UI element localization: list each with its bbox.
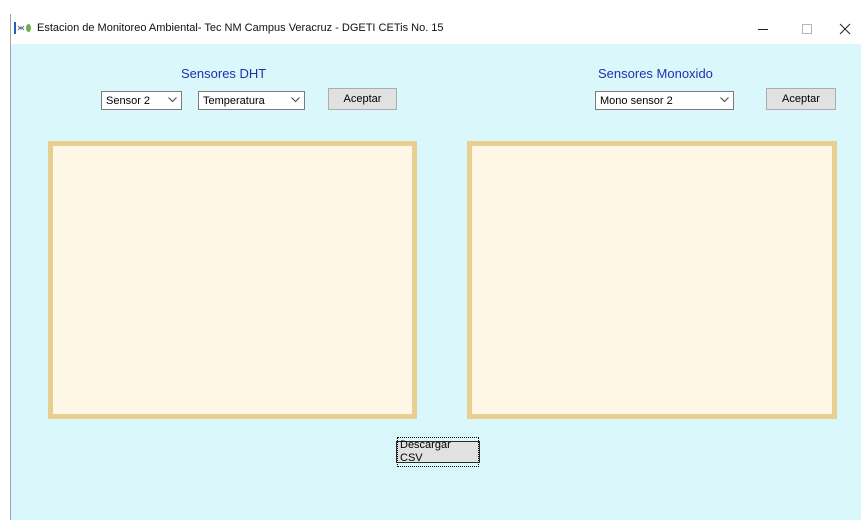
dht-accept-button[interactable]: Aceptar [328, 88, 397, 110]
monoxido-sensor-select-value: Mono sensor 2 [600, 95, 673, 107]
close-button[interactable] [824, 14, 861, 44]
close-icon [839, 23, 851, 35]
dht-section-label: Sensores DHT [181, 66, 267, 81]
dht-chart-panel [48, 141, 417, 419]
title-bar[interactable]: Estacion de Monitoreo Ambiental- Tec NM … [11, 14, 861, 44]
dht-sensor-select-value: Sensor 2 [106, 95, 151, 107]
maximize-button[interactable] [786, 14, 828, 44]
monoxido-accept-button[interactable]: Aceptar [766, 88, 836, 110]
monoxido-chart-panel [467, 141, 837, 419]
minimize-button[interactable] [742, 14, 784, 44]
chevron-down-icon [291, 97, 300, 103]
dht-sensor-select[interactable]: Sensor 2 [101, 91, 182, 110]
download-csv-button[interactable]: Descargar CSV [396, 437, 480, 467]
monoxido-section-label: Sensores Monoxido [598, 66, 713, 81]
dht-variable-select[interactable]: Temperatura [198, 91, 305, 110]
window-title: Estacion de Monitoreo Ambiental- Tec NM … [37, 22, 444, 34]
download-csv-label: Descargar CSV [397, 437, 479, 467]
chevron-down-icon [720, 97, 729, 103]
maximize-icon [802, 24, 812, 34]
app-icon [13, 21, 33, 35]
monoxido-sensor-select[interactable]: Mono sensor 2 [595, 91, 734, 110]
minimize-icon [758, 29, 768, 30]
app-window: Estacion de Monitoreo Ambiental- Tec NM … [10, 14, 861, 520]
dht-variable-select-value: Temperatura [203, 95, 265, 107]
chevron-down-icon [168, 97, 177, 103]
